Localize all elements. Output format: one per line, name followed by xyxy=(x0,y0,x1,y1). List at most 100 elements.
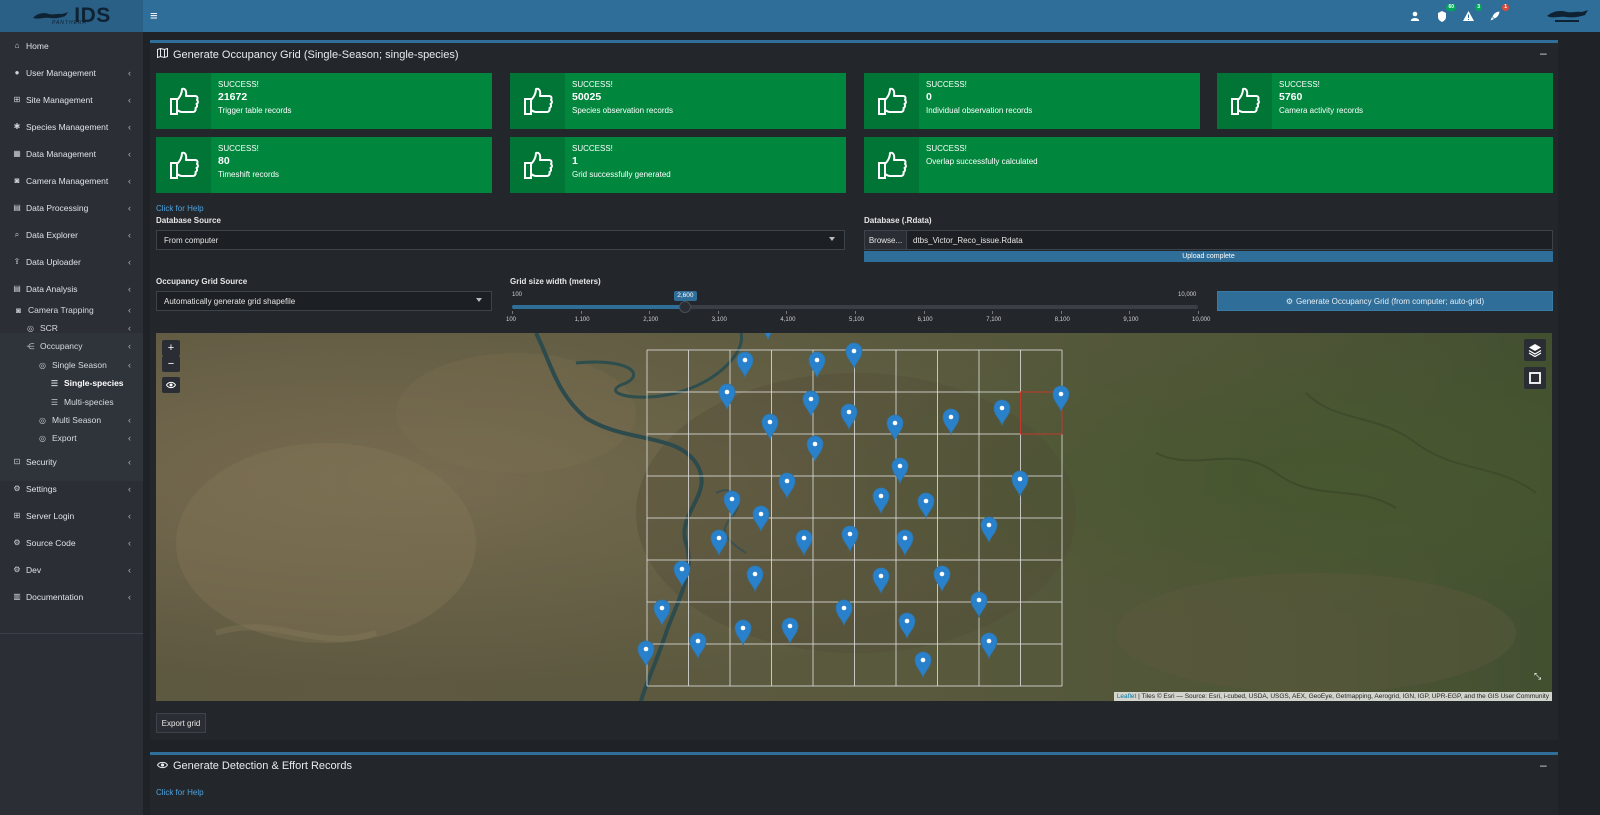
fullscreen-icon[interactable] xyxy=(1524,367,1546,389)
eye-icon[interactable] xyxy=(162,377,180,393)
chevron-left-icon: ‹ xyxy=(128,537,131,548)
map-marker-icon[interactable] xyxy=(845,342,863,370)
sidebar-item-settings[interactable]: ⚙ Settings ‹ xyxy=(0,475,143,502)
sidebar-item-species-management[interactable]: ✱ Species Management ‹ xyxy=(0,113,143,140)
map-marker-dot xyxy=(1058,391,1064,397)
map-marker-icon[interactable] xyxy=(808,351,826,379)
sidebar-item-documentation[interactable]: ▥ Documentation ‹ xyxy=(0,583,143,610)
map-marker-icon[interactable] xyxy=(723,490,741,518)
map-marker-icon[interactable] xyxy=(653,599,671,627)
map-marker-icon[interactable] xyxy=(914,651,932,679)
sidebar-item-site-management[interactable]: ⊞ Site Management ‹ xyxy=(0,86,143,113)
expand-icon[interactable]: ⤡ xyxy=(1534,671,1544,681)
sidebar-item-data-explorer[interactable]: ⌕ Data Explorer ‹ xyxy=(0,221,143,248)
zoom-out-button[interactable]: − xyxy=(162,356,180,372)
zoom-in-button[interactable]: + xyxy=(162,340,180,356)
map-marker-icon[interactable] xyxy=(970,591,988,619)
sidebar-item-data-analysis[interactable]: ▤ Data Analysis ‹ xyxy=(0,275,143,302)
map-marker-icon[interactable] xyxy=(840,403,858,431)
hamburger-menu-icon[interactable]: ≡ xyxy=(150,8,166,24)
sidebar-item-data-processing[interactable]: ▤ Data Processing ‹ xyxy=(0,194,143,221)
map-marker-icon[interactable] xyxy=(637,640,655,668)
grid-source-label: Occupancy Grid Source xyxy=(156,277,248,286)
map-marker-icon[interactable] xyxy=(1011,470,1029,498)
map-marker-icon[interactable] xyxy=(993,399,1011,427)
map-marker-icon[interactable] xyxy=(778,472,796,500)
map-marker-icon[interactable] xyxy=(752,505,770,533)
map-marker-dot xyxy=(920,657,926,663)
brand-logo[interactable]: IDS PANTHERA xyxy=(0,0,143,32)
sidebar-item-export[interactable]: ◎ Export ‹ xyxy=(37,429,143,447)
sidebar-item-home[interactable]: ⌂ Home xyxy=(0,32,143,59)
slider-tick xyxy=(992,311,994,314)
collapse-button[interactable]: – xyxy=(1540,46,1547,60)
sidebar-item-camera-trapping[interactable]: ◙ Camera Trapping ‹ xyxy=(13,301,143,319)
rocket-icon[interactable]: 1 xyxy=(1486,4,1509,24)
map-marker-icon[interactable] xyxy=(710,529,728,557)
tasks-icon[interactable]: 60 xyxy=(1433,4,1456,24)
map-marker-icon[interactable] xyxy=(718,383,736,411)
camera-icon: ◙ xyxy=(14,176,20,185)
map-marker-icon[interactable] xyxy=(806,435,824,463)
leaflet-link[interactable]: Leaflet xyxy=(1117,693,1137,700)
database-source-select[interactable]: From computer xyxy=(156,230,845,250)
sidebar-item-data-uploader[interactable]: ⇪ Data Uploader ‹ xyxy=(0,248,143,275)
map-marker-icon[interactable] xyxy=(872,567,890,595)
map-marker-icon[interactable] xyxy=(673,560,691,588)
sidebar-item-server-login[interactable]: ⊞ Server Login ‹ xyxy=(0,502,143,529)
map-marker-icon[interactable] xyxy=(746,565,764,593)
export-grid-button[interactable]: Export grid xyxy=(156,713,206,733)
sidebar-item-camera-management[interactable]: ◙ Camera Management ‹ xyxy=(0,167,143,194)
book-icon: ▥ xyxy=(13,592,21,601)
sidebar-item-dev[interactable]: ⚙ Dev ‹ xyxy=(0,556,143,583)
occupancy-map[interactable]: + − ⤡ Leaflet | Tiles © Esri — Source: E… xyxy=(156,333,1552,701)
sidebar-item-source-code[interactable]: ⚙ Source Code ‹ xyxy=(0,529,143,556)
map-marker-icon[interactable] xyxy=(760,333,776,341)
map-marker-icon[interactable] xyxy=(886,414,904,442)
sidebar-item-security[interactable]: ⊡ Security ‹ xyxy=(0,448,143,475)
alert-icon[interactable]: 3 xyxy=(1459,4,1482,24)
map-marker-icon[interactable] xyxy=(736,351,754,379)
chevron-down-icon xyxy=(829,237,835,241)
layers-icon[interactable] xyxy=(1524,339,1546,361)
map-marker-icon[interactable] xyxy=(835,599,853,627)
sidebar-item-multi-species[interactable]: ☰ Multi-species xyxy=(49,393,143,411)
help-link[interactable]: Click for Help xyxy=(156,204,204,213)
map-marker-icon[interactable] xyxy=(761,413,779,441)
map-marker-dot xyxy=(847,531,853,537)
help-link[interactable]: Click for Help xyxy=(156,788,204,797)
map-marker-icon[interactable] xyxy=(689,632,707,660)
grid-source-select[interactable]: Automatically generate grid shapefile xyxy=(156,291,492,311)
map-marker-icon[interactable] xyxy=(980,632,998,660)
map-marker-icon[interactable] xyxy=(942,408,960,436)
sidebar-item-label: Site Management xyxy=(26,94,93,105)
map-marker-icon[interactable] xyxy=(898,612,916,640)
file-name-field[interactable]: dtbs_Victor_Reco_issue.Rdata xyxy=(906,230,1553,250)
collapse-button[interactable]: – xyxy=(1540,758,1547,772)
sidebar-item-scr[interactable]: ◎ SCR ‹ xyxy=(25,319,143,337)
map-marker-icon[interactable] xyxy=(980,516,998,544)
map-marker-icon[interactable] xyxy=(891,457,909,485)
browse-button[interactable]: Browse... xyxy=(864,230,907,250)
map-marker-icon[interactable] xyxy=(933,565,951,593)
map-marker-icon[interactable] xyxy=(917,492,935,520)
slider-tick xyxy=(1129,311,1131,314)
map-marker-icon[interactable] xyxy=(734,619,752,647)
map-marker-icon[interactable] xyxy=(872,487,890,515)
map-marker-icon[interactable] xyxy=(781,617,799,645)
map-marker-icon[interactable] xyxy=(896,529,914,557)
map-marker-icon[interactable] xyxy=(1052,385,1070,413)
sidebar-item-single-season[interactable]: ◎ Single Season ‹ xyxy=(37,356,143,374)
generate-occupancy-grid-button[interactable]: ⚙ Generate Occupancy Grid (from computer… xyxy=(1217,291,1553,311)
map-marker-icon[interactable] xyxy=(795,529,813,557)
sidebar-item-occupancy[interactable]: ⋲ Occupancy ‹ xyxy=(25,337,143,355)
user-icon[interactable] xyxy=(1406,8,1424,24)
panthera-logo-icon xyxy=(1547,10,1588,22)
sidebar-item-data-management[interactable]: ▦ Data Management ‹ xyxy=(0,140,143,167)
sidebar-item-user-management[interactable]: ● User Management ‹ xyxy=(0,59,143,86)
sidebar-item-single-species[interactable]: ☰ Single-species xyxy=(49,374,143,392)
info-desc: Species observation records xyxy=(572,106,673,115)
map-marker-icon[interactable] xyxy=(841,525,859,553)
map-marker-icon[interactable] xyxy=(802,390,820,418)
sidebar-item-multi-season[interactable]: ◎ Multi Season ‹ xyxy=(37,411,143,429)
